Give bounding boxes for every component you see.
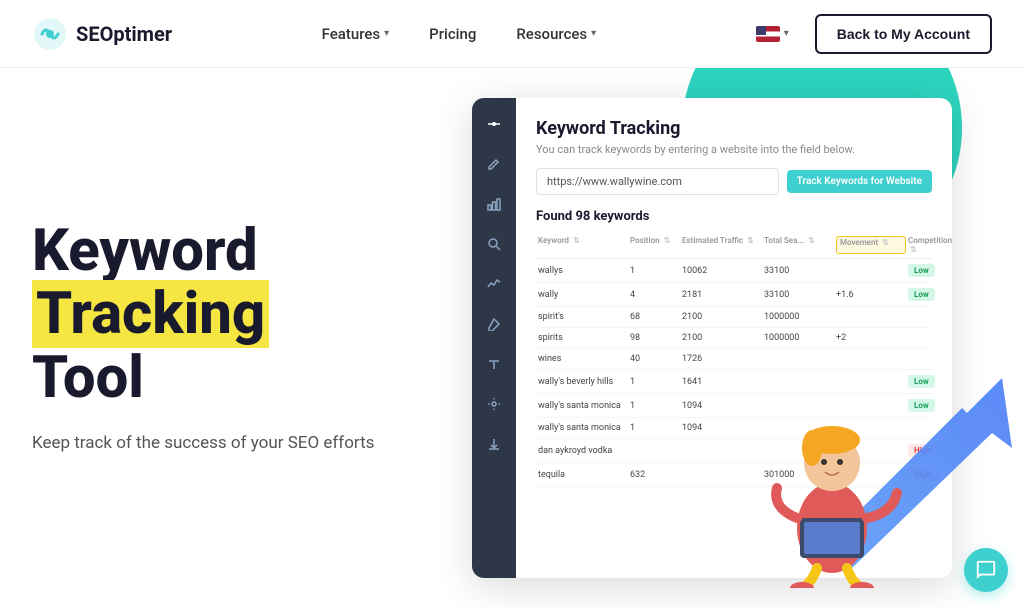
- url-input[interactable]: https://www.wallywine.com: [536, 168, 779, 195]
- sidebar-icon-text[interactable]: [484, 354, 504, 374]
- sidebar-icon-analytics[interactable]: [484, 274, 504, 294]
- table-row: spirit's 68 2100 1000000: [536, 307, 932, 328]
- chat-icon: [975, 559, 997, 581]
- language-selector[interactable]: ▾: [746, 20, 799, 48]
- found-keywords-text: Found 98 keywords: [536, 209, 932, 224]
- chevron-down-icon: ▾: [591, 28, 596, 39]
- hero-section: Keyword Tracking Tool Keep track of the …: [32, 220, 452, 457]
- dashboard-sidebar: [472, 98, 516, 578]
- table-header: Keyword ⇅ Position ⇅ Estimated Traffic ⇅…: [536, 232, 932, 259]
- dashboard-section: Keyword Tracking You can track keywords …: [452, 68, 992, 608]
- track-keywords-button[interactable]: Track Keywords for Website: [787, 170, 932, 193]
- sidebar-icon-search[interactable]: [484, 234, 504, 254]
- col-keyword: Keyword ⇅: [538, 236, 628, 254]
- character-illustration: [752, 388, 912, 588]
- logo-text: SEOptimer: [76, 22, 172, 46]
- header: SEOptimer Features ▾ Pricing Resources ▾…: [0, 0, 1024, 68]
- table-row: wallys 1 10062 33100 Low: [536, 259, 932, 283]
- table-row: spirits 98 2100 1000000 +2: [536, 328, 932, 349]
- chevron-down-icon: ▾: [784, 28, 789, 39]
- sidebar-icon-chart[interactable]: [484, 194, 504, 214]
- col-total: Total Sea... ⇅: [764, 236, 834, 254]
- flag-icon: [756, 26, 780, 42]
- hero-title: Keyword Tracking Tool: [32, 220, 452, 411]
- sidebar-icon-settings[interactable]: [484, 394, 504, 414]
- hero-subtitle: Keep track of the success of your SEO ef…: [32, 431, 452, 457]
- main-nav: Features ▾ Pricing Resources ▾: [306, 17, 613, 51]
- sidebar-icon-pen[interactable]: [484, 314, 504, 334]
- nav-resources[interactable]: Resources ▾: [500, 17, 612, 51]
- nav-features[interactable]: Features ▾: [306, 17, 406, 51]
- logo-icon: [32, 16, 68, 52]
- table-row: wines 40 1726: [536, 349, 932, 370]
- sidebar-icon-keyword[interactable]: [484, 114, 504, 134]
- chat-button[interactable]: [964, 548, 1008, 592]
- col-position: Position ⇅: [630, 236, 680, 254]
- chevron-down-icon: ▾: [384, 28, 389, 39]
- dashboard-title: Keyword Tracking: [536, 118, 932, 139]
- sidebar-icon-edit[interactable]: [484, 154, 504, 174]
- back-to-account-button[interactable]: Back to My Account: [815, 14, 992, 54]
- sidebar-icon-download[interactable]: [484, 434, 504, 454]
- col-competition: Competition ⇅: [908, 236, 952, 254]
- url-input-row: https://www.wallywine.com Track Keywords…: [536, 168, 932, 195]
- dashboard-subtitle: You can track keywords by entering a web…: [536, 143, 932, 156]
- nav-pricing[interactable]: Pricing: [413, 17, 492, 51]
- header-right: ▾ Back to My Account: [746, 14, 992, 54]
- col-movement: Movement ⇅: [836, 236, 906, 254]
- table-row: wally 4 2181 33100 +1.6 Low: [536, 283, 932, 307]
- col-traffic: Estimated Traffic ⇅: [682, 236, 762, 254]
- main-content: Keyword Tracking Tool Keep track of the …: [0, 68, 1024, 608]
- logo[interactable]: SEOptimer: [32, 16, 172, 52]
